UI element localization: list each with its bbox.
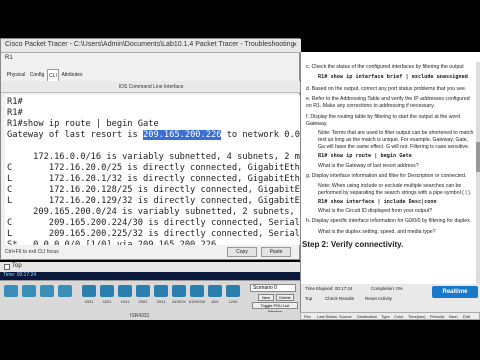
device-label: 4321 (102, 299, 112, 304)
device-model: ISR4331 (130, 313, 150, 319)
console-line: C 172.16.20.128/25 is directly connected… (7, 185, 301, 195)
tab-physical[interactable]: Physical (5, 69, 27, 81)
gateway-prefix: Gateway of last resort is (7, 130, 143, 140)
console-line: 172.16.0.0/16 is variably subnetted, 4 s… (7, 152, 301, 162)
device-category-icon[interactable] (58, 285, 72, 297)
reset-activity-button[interactable]: Reset Activity (365, 296, 392, 301)
scenario-select[interactable]: Scenario 0 (250, 284, 296, 292)
router-icon[interactable] (226, 285, 240, 297)
console-line: R1# (7, 97, 23, 107)
router-icon[interactable] (136, 285, 150, 297)
router-icon[interactable] (172, 285, 186, 297)
time-bar: Time: 00:17:24 (0, 272, 300, 280)
tab-attributes[interactable]: Attributes (60, 69, 84, 81)
instruction-line: c. Check the status of the configured in… (306, 64, 464, 70)
device-category-icon[interactable] (22, 285, 36, 297)
bottom-black-band (0, 320, 480, 360)
status-tab-top[interactable]: Top (305, 296, 312, 301)
instruction-line: Note: Terms that are used to filter outp… (318, 130, 474, 136)
router-icon[interactable] (208, 285, 222, 297)
device-window: Cisco Packet Tracer - C:\Users\Admin\Doc… (0, 38, 301, 260)
router-icon[interactable] (154, 285, 168, 297)
gateway-suffix: to network 0.0.0.0 (226, 130, 301, 140)
console-line: S* 0.0.0.0/0 [1/0] via 209.165.200.226 (7, 240, 217, 245)
device-tabs: Physical Config CLI Attributes (1, 69, 301, 81)
pdu-list-header: Fire Last Status Source Destination Type… (300, 312, 480, 320)
copy-button[interactable]: Copy (227, 247, 257, 257)
device-label: 2911 (156, 299, 166, 304)
instruction-line: Note: When using include or exclude mult… (318, 183, 462, 189)
device-label: 2901 (138, 299, 148, 304)
paste-button[interactable]: Paste (261, 247, 291, 257)
top-black-band (0, 0, 480, 50)
router-icon[interactable] (82, 285, 96, 297)
device-category-icon[interactable] (40, 285, 54, 297)
time-elapsed: Time Elapsed: 00:17:24 (305, 286, 353, 291)
router-icon[interactable] (190, 285, 204, 297)
instructions-scrollbar[interactable] (476, 62, 480, 284)
new-scenario-button[interactable]: New (258, 294, 274, 301)
realtime-mode-button[interactable]: Realtime (432, 286, 478, 298)
instruction-line: text as long as the match is unique. For… (318, 137, 469, 143)
top-checkbox-label: Top (12, 263, 22, 269)
instruction-line: d. Based on the output, correct any port… (306, 86, 467, 92)
completion: Completion: 0% (371, 286, 403, 291)
instruction-line: What is the Gateway of last resort addre… (318, 163, 419, 169)
instruction-line: Gateway. (306, 121, 328, 127)
instruction-command: R1# show ip route | begin Gate (318, 153, 412, 159)
device-label: 819HGW (188, 299, 206, 304)
instruction-line: g. Display interface information and fil… (306, 173, 467, 179)
cli-console[interactable]: R1# R1# R1#show ip route | begin Gate Gatew… (5, 95, 301, 245)
console-line: R1#show ip route | begin Gate (7, 119, 159, 129)
router-icon[interactable] (100, 285, 114, 297)
console-line: L 209.165.200.225/32 is directly connect… (7, 229, 301, 239)
tab-cli[interactable]: CLI (47, 69, 59, 81)
instruction-command: R1# show interface | include Desc|conn (318, 199, 437, 205)
toggle-pdu-button[interactable]: Toggle PDU List Window (252, 302, 298, 314)
time-readout: Time: 00:17:24 (3, 272, 37, 278)
console-line: L 172.16.20.129/32 is directly connected… (7, 196, 301, 206)
check-results-button[interactable]: Check Results (325, 296, 354, 301)
device-label: 1240 (228, 299, 238, 304)
top-checkbox-row: Top (0, 262, 300, 272)
window-titlebar: Cisco Packet Tracer - C:\Users\Admin\Doc… (1, 39, 301, 53)
scrollbar-thumb[interactable] (476, 142, 480, 172)
console-line: 209.165.200.0/24 is variably subnetted, … (33, 207, 301, 217)
instruction-line: What is the duplex setting, speed, and m… (318, 229, 436, 235)
instruction-line: h. Display specific interface informatio… (306, 218, 472, 224)
gateway-address-highlight: 209.165.200.226 (143, 130, 222, 140)
console-line: C 172.16.20.0/25 is directly connected, … (7, 163, 301, 173)
step2-heading: Step 2: Verify connectivity. (302, 240, 404, 249)
model-strip: ISR4331 (0, 312, 300, 320)
ctrl-hint: Ctrl+F6 to exit CLI focus (5, 249, 59, 255)
router-icon[interactable] (118, 285, 132, 297)
instruction-line: Ga will have the same effect. G will not… (318, 144, 470, 150)
instruction-line: on R1. Make any corrections to addressin… (306, 103, 435, 109)
ios-caption: IOS Command Line Interface (1, 81, 301, 93)
window-title: Cisco Packet Tracer - C:\Users\Admin\Doc… (5, 41, 295, 48)
delete-scenario-button[interactable]: Delete (276, 294, 294, 301)
instruction-line: performed by separating the search strin… (318, 190, 472, 196)
instruction-line: f. Display the routing table by filterin… (306, 114, 460, 120)
scenario-block: Scenario 0 New Delete Toggle PDU List Wi… (250, 284, 300, 314)
device-category-icon[interactable] (4, 285, 18, 297)
console-line: C 209.165.200.224/30 is directly connect… (7, 218, 301, 228)
console-line: Gateway of last resort is 209.165.200.22… (7, 130, 301, 141)
close-icon[interactable]: × (292, 40, 297, 49)
console-line: L 172.16.20.1/32 is directly connected, … (7, 174, 301, 184)
device-name: R1 (5, 55, 13, 61)
top-checkbox[interactable] (4, 264, 10, 270)
device-label: 829 (211, 299, 219, 304)
device-label: 1941 (120, 299, 130, 304)
console-line: R1# (7, 108, 23, 118)
tab-config[interactable]: Config (28, 69, 46, 81)
instruction-line: What is the Circuit ID displayed from yo… (318, 208, 433, 214)
screen: Cisco Packet Tracer - C:\Users\Admin\Doc… (0, 0, 480, 360)
device-label: 4331 (84, 299, 94, 304)
instruction-line: e. Refer to the Addressing Table and ver… (306, 96, 470, 102)
instruction-command: R1# show ip interface brief | exclude un… (318, 74, 468, 80)
device-label: 819IOX (172, 299, 186, 304)
